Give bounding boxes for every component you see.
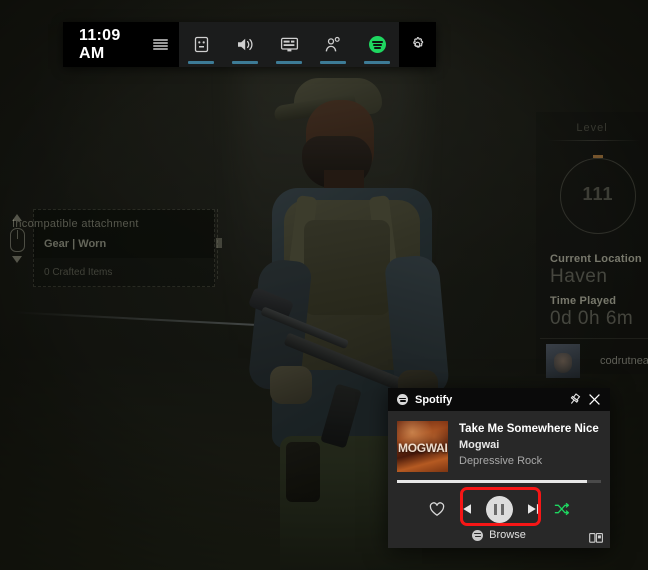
album-art: MOGWAI	[397, 421, 448, 472]
audio-button[interactable]	[223, 22, 267, 67]
audio-icon	[237, 38, 253, 51]
next-track-button[interactable]	[526, 502, 541, 516]
track-title: Take Me Somewhere Nice	[459, 423, 599, 435]
gamebar-clock-group: 11:09 AM	[63, 22, 180, 67]
current-location-label: Current Location	[550, 253, 642, 265]
inventory-item-subtitle: Gear | Worn	[44, 238, 107, 250]
spotify-button[interactable]	[355, 22, 399, 67]
current-location-value: Haven	[550, 266, 608, 287]
time-played-value: 0d 0h 6m	[550, 308, 634, 329]
capture-button[interactable]	[267, 22, 311, 67]
album-art-text: MOGWAI	[398, 441, 448, 455]
cast-device-button[interactable]	[589, 531, 603, 549]
scroll-up-arrow-icon	[12, 214, 22, 221]
player-panel-separator	[540, 338, 648, 339]
playback-progress-bar[interactable]	[397, 480, 601, 483]
widget-store-button[interactable]	[179, 22, 223, 67]
shuffle-icon	[554, 502, 569, 516]
audio-active-indicator	[232, 61, 259, 64]
inventory-scrollbar-thumb[interactable]	[216, 238, 222, 248]
gamertag: codrutnea	[600, 355, 648, 367]
clock-time: 11:09 AM	[79, 26, 121, 62]
spotify-widget-title: Spotify	[415, 393, 453, 406]
track-genre: Depressive Rock	[459, 455, 543, 467]
mouse-body-icon	[10, 228, 25, 252]
previous-track-icon	[459, 504, 471, 514]
pin-button[interactable]	[564, 390, 584, 410]
shuffle-button[interactable]	[554, 502, 570, 516]
time-played-label: Time Played	[550, 295, 617, 307]
heart-icon	[429, 501, 444, 516]
capture-active-indicator	[276, 61, 303, 64]
play-pause-button[interactable]	[485, 495, 513, 523]
spotify-widget-footer: Browse	[388, 528, 610, 548]
like-button[interactable]	[429, 501, 445, 517]
next-track-icon	[527, 504, 539, 514]
spotify-active-indicator	[364, 61, 391, 64]
crafted-items-count: 0 Crafted Items	[44, 267, 113, 278]
spotify-icon	[368, 36, 386, 53]
level-value: 111	[582, 184, 614, 204]
close-button[interactable]	[584, 390, 604, 410]
widget-menu-icon[interactable]	[152, 39, 168, 50]
gear-icon	[413, 36, 424, 48]
now-playing-section: MOGWAI Take Me Somewhere Nice Mogwai Dep…	[388, 411, 610, 472]
close-icon	[588, 394, 600, 405]
gamebar-icon-group	[179, 22, 400, 67]
widget-store-active-indicator	[188, 61, 215, 64]
previous-track-button[interactable]	[458, 502, 473, 516]
pin-icon	[570, 393, 580, 404]
player-stats-panel	[536, 112, 648, 374]
spotify-widget: Spotify MOGWAI Take Me Somewhere Nice Mo…	[388, 388, 610, 548]
track-metadata: Take Me Somewhere Nice Mogwai Depressive…	[459, 421, 599, 472]
social-button[interactable]	[311, 22, 355, 67]
pause-icon-bar-right	[500, 503, 504, 515]
spotify-browse-icon	[472, 529, 484, 541]
pause-icon-bar-left	[494, 503, 498, 515]
widget-store-icon	[194, 36, 208, 53]
playback-progress-fill	[397, 480, 587, 483]
mouse-scroll-icon	[8, 212, 26, 270]
social-active-indicator	[320, 61, 347, 64]
settings-button[interactable]	[399, 22, 436, 67]
avatar	[546, 344, 580, 378]
browse-button[interactable]: Browse	[388, 529, 610, 541]
scroll-down-arrow-icon	[12, 256, 22, 263]
panel-divider	[548, 140, 640, 141]
spotify-widget-header: Spotify	[388, 388, 610, 411]
inventory-item-title: Incompatible attachment	[12, 218, 139, 230]
social-icon	[325, 36, 340, 51]
level-progress-tick	[593, 155, 603, 158]
cast-device-icon	[589, 533, 603, 543]
capture-icon	[280, 37, 298, 52]
track-artist: Mogwai	[459, 439, 500, 451]
screen: Incompatible attachment Gear | Worn 0 Cr…	[0, 0, 648, 570]
level-label: Level	[576, 122, 608, 134]
playback-controls	[388, 491, 610, 527]
xbox-game-bar-toolbar: 11:09 AM	[63, 22, 436, 67]
spotify-logo-icon	[397, 394, 408, 405]
browse-label: Browse	[489, 529, 526, 541]
